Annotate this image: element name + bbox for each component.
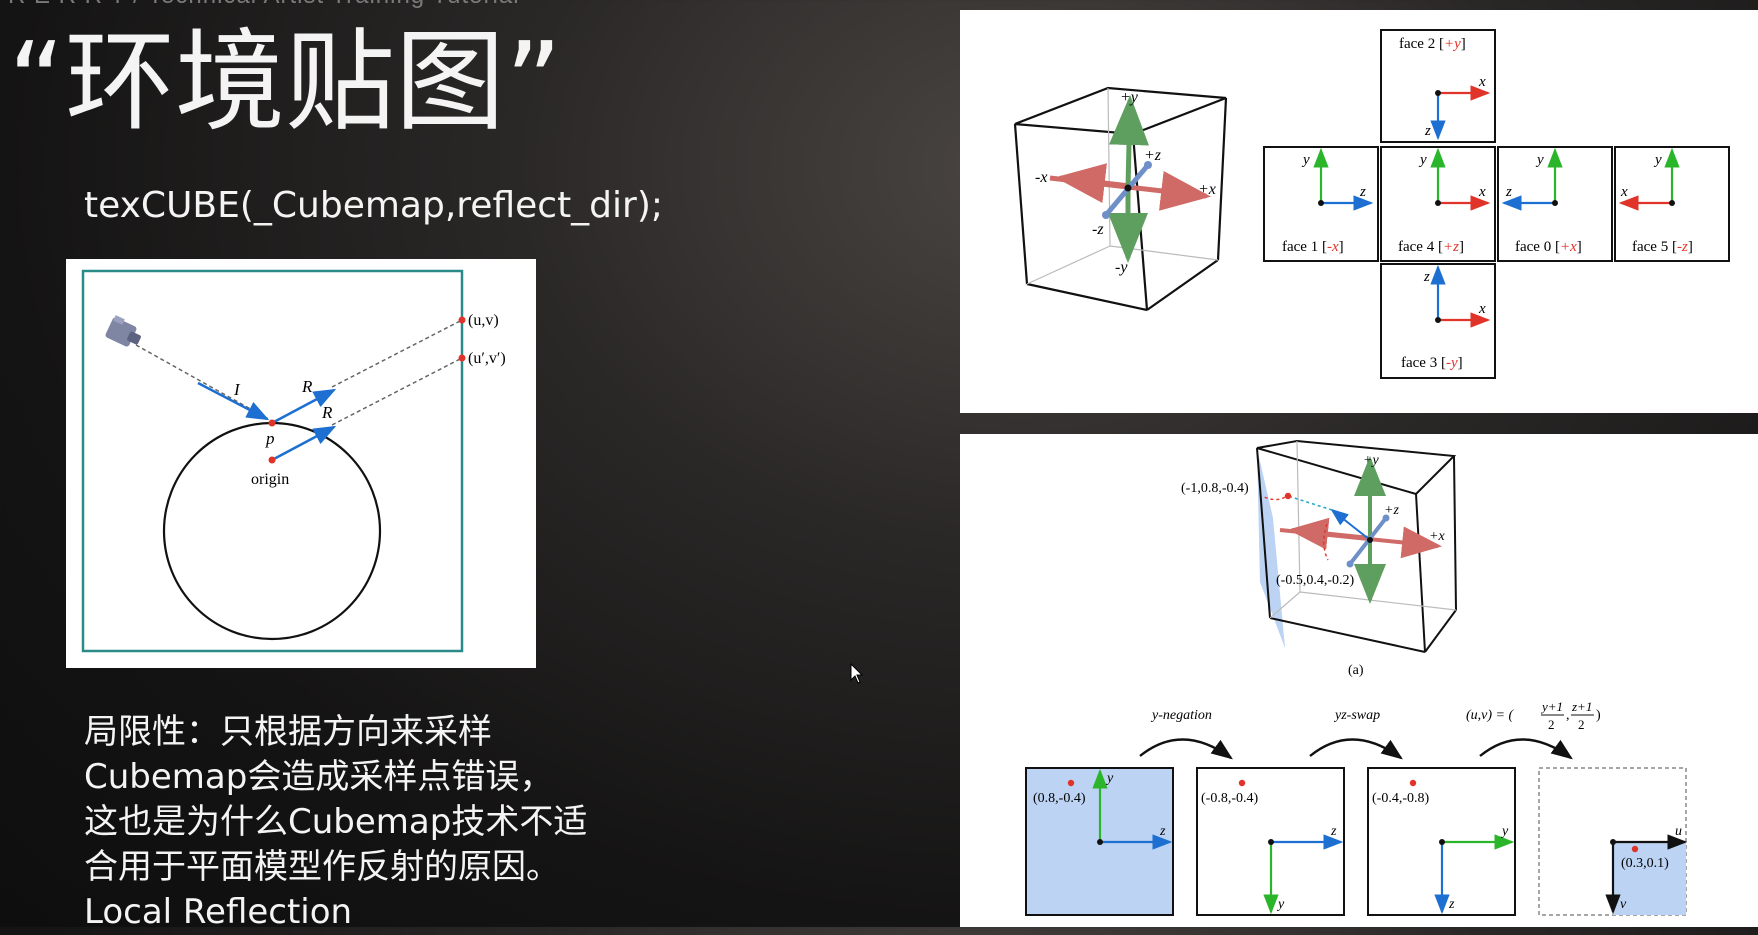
subfigure-caption: (a): [1348, 663, 1364, 678]
coord-label: (0.8,-0.4): [1033, 791, 1086, 806]
reflection-diagram-svg: I R R p origin (u,v) (u′,v′): [81, 269, 506, 653]
incident-label: I: [233, 380, 241, 399]
axis-label: y: [1276, 897, 1285, 912]
svg-text:): ): [1596, 708, 1601, 723]
axis-neg-x: -x: [1035, 169, 1047, 186]
cubemap-sampling-svg: +y +z +x (-1,0.8,-0.4) (-0.5,0.4,-0.2) (…: [1025, 439, 1688, 916]
svg-text:(u,v) = (: (u,v) = (: [1466, 708, 1514, 723]
axis-label: z: [1424, 123, 1431, 139]
face-4: y x face 4 [+z]: [1380, 146, 1496, 262]
slide-title: “环境贴图”: [8, 18, 562, 146]
sphere: [162, 421, 382, 641]
body-line: 合用于平面模型作反射的原因。: [84, 847, 560, 887]
body-text: 局限性：只根据方向来采样 Cubemap会造成采样点错误， 这也是为什么Cube…: [84, 710, 587, 935]
svg-text:face 5 [-z]: face 5 [-z]: [1632, 239, 1693, 255]
transform-box-3: (-0.4,-0.8) z y: [1367, 767, 1516, 916]
cubemap-faces-diagram: +y -y +x -x +z -z face 2 [+y] x z y z fa…: [960, 10, 1758, 413]
body-line: 这也是为什么Cubemap技术不适: [84, 802, 588, 842]
svg-text:2: 2: [1548, 717, 1555, 732]
point-b-label: (-0.5,0.4,-0.2): [1276, 573, 1354, 588]
face-5: y x face 5 [-z]: [1614, 146, 1730, 262]
axis-neg-z: -z: [1092, 221, 1104, 238]
svg-text:face 1 [-x]: face 1 [-x]: [1282, 239, 1344, 255]
transform-box-2: (-0.8,-0.4) y z: [1196, 767, 1345, 916]
transform-box-4: (0.3,0.1) v u: [1538, 767, 1688, 916]
uv-prime-label: (u′,v′): [468, 350, 506, 367]
axis-label: z: [1359, 184, 1366, 200]
reflection-diagram: I R R p origin (u,v) (u′,v′): [66, 259, 536, 668]
axis-label: y: [1500, 824, 1509, 839]
axis-pos-y: +y: [1120, 89, 1139, 106]
reflect-label-2: R: [321, 403, 333, 422]
face-label: face 2 [: [1399, 36, 1444, 52]
axis-label: z: [1330, 824, 1337, 839]
axis-label: x: [1478, 184, 1486, 200]
uv-formula: (u,v) = ( y+1 2 , z+1 2 ): [1466, 699, 1601, 732]
uv-label: (u,v): [468, 312, 499, 329]
slide-header: R E R R T / Technical Artist Training Tu…: [8, 0, 520, 10]
cubemap-faces-svg: +y -y +x -x +z -z face 2 [+y] x z y z fa…: [1013, 29, 1730, 379]
reflect-label: R: [301, 377, 313, 396]
axis-label: y: [1418, 152, 1427, 168]
svg-text:face 4 [+z]: face 4 [+z]: [1398, 239, 1464, 255]
axis-label: y: [1653, 152, 1662, 168]
cube-3d-sampling: +y +z +x (-1,0.8,-0.4) (-0.5,0.4,-0.2) (…: [1181, 439, 1457, 678]
axis-pos-y: +y: [1363, 453, 1379, 468]
face-label-end: ]: [1461, 36, 1466, 52]
face-2: face 2 [+y] x z: [1380, 29, 1496, 143]
svg-text:z+1: z+1: [1571, 699, 1592, 714]
body-line: 局限性：只根据方向来采样: [84, 712, 492, 752]
mouse-cursor-icon: [850, 663, 864, 684]
step-label: y-negation: [1150, 708, 1212, 723]
axis-label: y: [1535, 152, 1544, 168]
axis-label: u: [1675, 824, 1682, 839]
axis-pos-z: +z: [1144, 147, 1162, 164]
axis-label: y: [1301, 152, 1310, 168]
body-line: Cubemap会造成采样点错误，: [84, 757, 554, 797]
cube-3d: +y -y +x -x +z -z: [1013, 86, 1228, 312]
axis-pos-x: +x: [1198, 181, 1216, 198]
face-sign: +y: [1444, 36, 1461, 52]
point-label: p: [265, 429, 275, 448]
axis-neg-y: -y: [1115, 259, 1128, 276]
face-0: y z face 0 [+x]: [1497, 146, 1613, 262]
face-1: y z face 1 [-x]: [1263, 146, 1379, 262]
step-label: yz-swap: [1333, 708, 1380, 723]
code-line: texCUBE(_Cubemap,reflect_dir);: [84, 185, 664, 226]
axis-label: v: [1620, 897, 1627, 912]
coord-label: (-0.8,-0.4): [1201, 791, 1258, 806]
svg-text:,: ,: [1566, 708, 1570, 723]
axis-label: x: [1620, 184, 1628, 200]
svg-text:y+1: y+1: [1540, 699, 1563, 714]
camera-icon: [105, 315, 141, 347]
axis-label: x: [1478, 301, 1486, 317]
coord-label: (-0.4,-0.8): [1372, 791, 1429, 806]
axis-label: x: [1478, 74, 1486, 90]
svg-text:face 3 [-y]: face 3 [-y]: [1401, 355, 1463, 371]
axis-label: z: [1423, 269, 1430, 285]
axis-label: y: [1105, 771, 1114, 786]
transform-box-1: (0.8,-0.4) y z: [1025, 767, 1174, 916]
axis-label: z: [1505, 184, 1512, 200]
axis-pos-z: +z: [1384, 503, 1399, 518]
axis-pos-x: +x: [1429, 529, 1445, 544]
point-a-label: (-1,0.8,-0.4): [1181, 481, 1249, 496]
axis-label: z: [1448, 897, 1455, 912]
face-3: z x face 3 [-y]: [1380, 263, 1496, 379]
coord-label: (0.3,0.1): [1621, 856, 1669, 871]
body-line: Local Reflection: [84, 892, 353, 932]
origin-label: origin: [251, 471, 289, 488]
svg-text:face 2 [+y]: face 2 [+y]: [1399, 36, 1466, 52]
cubemap-sampling-diagram: +y +z +x (-1,0.8,-0.4) (-0.5,0.4,-0.2) (…: [960, 434, 1758, 927]
axis-label: z: [1159, 824, 1166, 839]
svg-text:2: 2: [1578, 717, 1585, 732]
svg-text:face 0 [+x]: face 0 [+x]: [1515, 239, 1582, 255]
